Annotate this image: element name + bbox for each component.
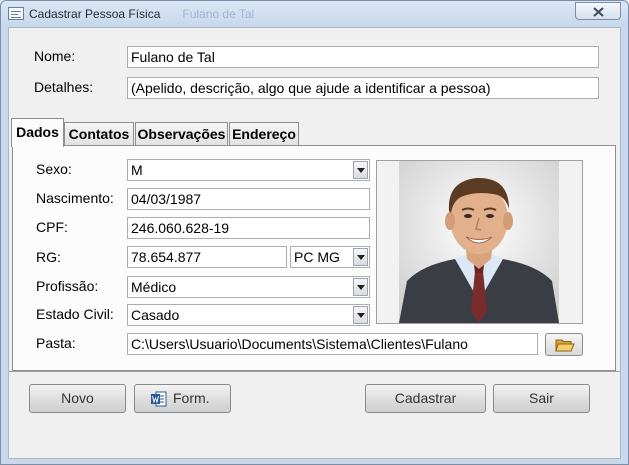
detalhes-label: Detalhes: xyxy=(34,79,94,95)
title-bar: Cadastrar Pessoa Física Fulano de Tal xyxy=(1,1,628,27)
folder-open-icon xyxy=(555,339,575,352)
chevron-down-icon[interactable] xyxy=(353,278,368,296)
nascimento-label: Nascimento: xyxy=(36,190,114,206)
pasta-label: Pasta: xyxy=(36,335,76,351)
chevron-down-icon[interactable] xyxy=(353,306,368,324)
detalhes-input[interactable]: (Apelido, descrição, algo que ajude a id… xyxy=(127,77,599,99)
estado-civil-value: Casado xyxy=(131,307,180,323)
form-button[interactable]: Form. xyxy=(134,384,231,413)
close-button[interactable] xyxy=(575,2,621,20)
person-photo[interactable] xyxy=(376,160,583,324)
rg-orgao-select[interactable]: PC MG xyxy=(290,246,370,268)
chevron-down-icon[interactable] xyxy=(353,161,368,179)
cpf-label: CPF: xyxy=(36,219,68,235)
estado-civil-select[interactable]: Casado xyxy=(127,304,370,326)
nome-label: Nome: xyxy=(34,48,76,64)
nascimento-input[interactable]: 04/03/1987 xyxy=(127,188,370,210)
word-document-icon xyxy=(151,391,167,407)
window-title: Cadastrar Pessoa Física Fulano de Tal xyxy=(29,7,255,21)
browse-folder-button[interactable] xyxy=(545,333,583,356)
window-ghost-title: Fulano de Tal xyxy=(182,7,255,21)
form-body: Nome: Fulano de Tal Detalhes: (Apelido, … xyxy=(8,27,621,459)
sexo-label: Sexo: xyxy=(36,161,72,177)
rg-input[interactable]: 78.654.877 xyxy=(127,246,287,268)
novo-button[interactable]: Novo xyxy=(29,384,126,413)
sexo-select[interactable]: M xyxy=(127,159,370,181)
form-icon xyxy=(8,7,24,20)
sexo-value: M xyxy=(131,162,143,178)
chevron-down-icon[interactable] xyxy=(353,248,368,266)
rg-label: RG: xyxy=(36,249,61,265)
tab-observacoes[interactable]: Observações xyxy=(135,122,228,146)
cpf-input[interactable]: 246.060.628-19 xyxy=(127,217,370,239)
profissao-label: Profissão: xyxy=(36,278,99,294)
tab-dados[interactable]: Dados xyxy=(11,118,64,147)
profissao-value: Médico xyxy=(131,279,177,295)
person-photo-image xyxy=(377,161,582,323)
close-icon xyxy=(593,7,604,17)
nome-input[interactable]: Fulano de Tal xyxy=(127,46,599,68)
pasta-input[interactable]: C:\Users\Usuario\Documents\Sistema\Clien… xyxy=(127,333,538,355)
cadastrar-button[interactable]: Cadastrar xyxy=(365,384,486,413)
tab-endereco[interactable]: Endereço xyxy=(229,122,299,146)
window: Cadastrar Pessoa Física Fulano de Tal Nom… xyxy=(0,0,629,465)
profissao-select[interactable]: Médico xyxy=(127,276,370,298)
sair-button[interactable]: Sair xyxy=(493,384,590,413)
estado-civil-label: Estado Civil: xyxy=(36,306,114,322)
divider xyxy=(9,371,620,372)
form-button-label: Form. xyxy=(173,390,210,406)
rg-orgao-value: PC MG xyxy=(294,249,340,265)
tab-contatos[interactable]: Contatos xyxy=(64,122,134,146)
